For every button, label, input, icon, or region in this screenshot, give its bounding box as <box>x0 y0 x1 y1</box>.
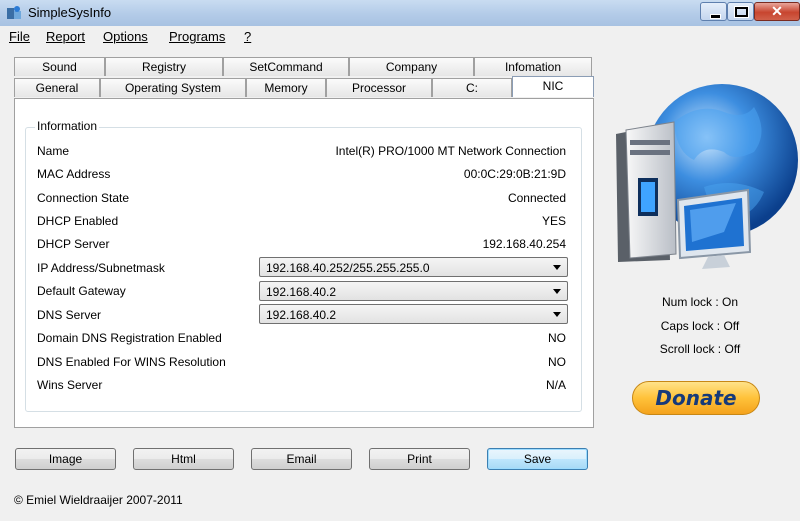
chevron-down-icon <box>553 289 561 294</box>
print-button[interactable]: Print <box>369 448 470 470</box>
default-gateway-select[interactable]: 192.168.40.2 <box>259 281 568 301</box>
tab-general[interactable]: General <box>14 78 100 97</box>
chevron-down-icon <box>553 312 561 317</box>
value-domain-dns-registration: NO <box>548 331 566 345</box>
label-dhcp-enabled: DHCP Enabled <box>37 214 119 228</box>
tab-c-drive[interactable]: C: <box>432 78 512 97</box>
save-button[interactable]: Save <box>487 448 588 470</box>
tab-processor[interactable]: Processor <box>326 78 432 97</box>
value-dhcp-server: 192.168.40.254 <box>482 237 566 251</box>
dns-server-select-value: 192.168.40.2 <box>266 308 337 322</box>
close-button[interactable]: ✕ <box>754 2 800 21</box>
label-dhcp-server: DHCP Server <box>37 237 110 251</box>
value-connection-state: Connected <box>507 191 566 205</box>
image-button[interactable]: Image <box>15 448 116 470</box>
copyright-text: © Emiel Wieldraaijer 2007-2011 <box>14 493 183 507</box>
tab-row-top: Sound Registry SetCommand Company Infoma… <box>14 57 594 77</box>
menu-file[interactable]: File <box>9 29 30 44</box>
menu-options[interactable]: Options <box>103 29 148 44</box>
menu-help[interactable]: ? <box>244 29 251 44</box>
ip-address-select[interactable]: 192.168.40.252/255.255.255.0 <box>259 257 568 277</box>
label-dns-server: DNS Server <box>37 308 102 322</box>
label-connection-state: Connection State <box>37 191 130 205</box>
nic-panel: Information Name Intel(R) PRO/1000 MT Ne… <box>14 98 594 428</box>
default-gateway-select-value: 192.168.40.2 <box>266 285 337 299</box>
label-wins-server: Wins Server <box>37 378 103 392</box>
caps-lock-status: Caps lock : Off <box>660 319 740 333</box>
app-icon <box>7 6 21 19</box>
label-domain-dns-registration: Domain DNS Registration Enabled <box>37 331 222 345</box>
tab-registry[interactable]: Registry <box>105 57 223 76</box>
window-title: SimpleSysInfo <box>28 5 112 20</box>
value-dns-wins-resolution: NO <box>548 355 566 369</box>
scroll-lock-status: Scroll lock : Off <box>659 342 741 356</box>
computer-globe-illustration <box>616 84 798 269</box>
maximize-button[interactable] <box>727 2 754 21</box>
minimize-button[interactable] <box>700 2 727 21</box>
title-bar: SimpleSysInfo ✕ <box>0 0 800 27</box>
chevron-down-icon <box>553 265 561 270</box>
close-icon: ✕ <box>771 3 783 19</box>
tab-row-bottom: General Operating System Memory Processo… <box>14 76 594 98</box>
dns-server-select[interactable]: 192.168.40.2 <box>259 304 568 324</box>
menu-programs[interactable]: Programs <box>169 29 225 44</box>
html-button[interactable]: Html <box>133 448 234 470</box>
label-mac-address: MAC Address <box>37 167 111 181</box>
tab-nic[interactable]: NIC <box>512 76 594 97</box>
tab-infomation[interactable]: Infomation <box>474 57 592 76</box>
value-wins-server: N/A <box>545 378 566 392</box>
tab-operating-system[interactable]: Operating System <box>100 78 246 97</box>
value-name: Intel(R) PRO/1000 MT Network Connection <box>335 144 566 158</box>
value-dhcp-enabled: YES <box>541 214 566 228</box>
tab-sound[interactable]: Sound <box>14 57 105 76</box>
menu-report[interactable]: Report <box>46 29 85 44</box>
tab-memory[interactable]: Memory <box>246 78 326 97</box>
minimize-icon <box>710 14 721 19</box>
tab-setcommand[interactable]: SetCommand <box>223 57 349 76</box>
maximize-icon <box>734 6 749 18</box>
value-mac-address: 00:0C:29:0B:21:9D <box>463 167 566 181</box>
label-name: Name <box>37 144 70 158</box>
donate-button[interactable]: Donate <box>632 381 760 415</box>
tab-company[interactable]: Company <box>349 57 474 76</box>
ip-address-select-value: 192.168.40.252/255.255.255.0 <box>266 261 430 275</box>
email-button[interactable]: Email <box>251 448 352 470</box>
num-lock-status: Num lock : On <box>661 295 739 309</box>
label-ip-address: IP Address/Subnetmask <box>37 261 165 275</box>
label-default-gateway: Default Gateway <box>37 284 126 298</box>
groupbox-title: Information <box>35 119 100 133</box>
label-dns-wins-resolution: DNS Enabled For WINS Resolution <box>37 355 226 369</box>
menu-bar: File Report Options Programs ? <box>0 26 800 46</box>
